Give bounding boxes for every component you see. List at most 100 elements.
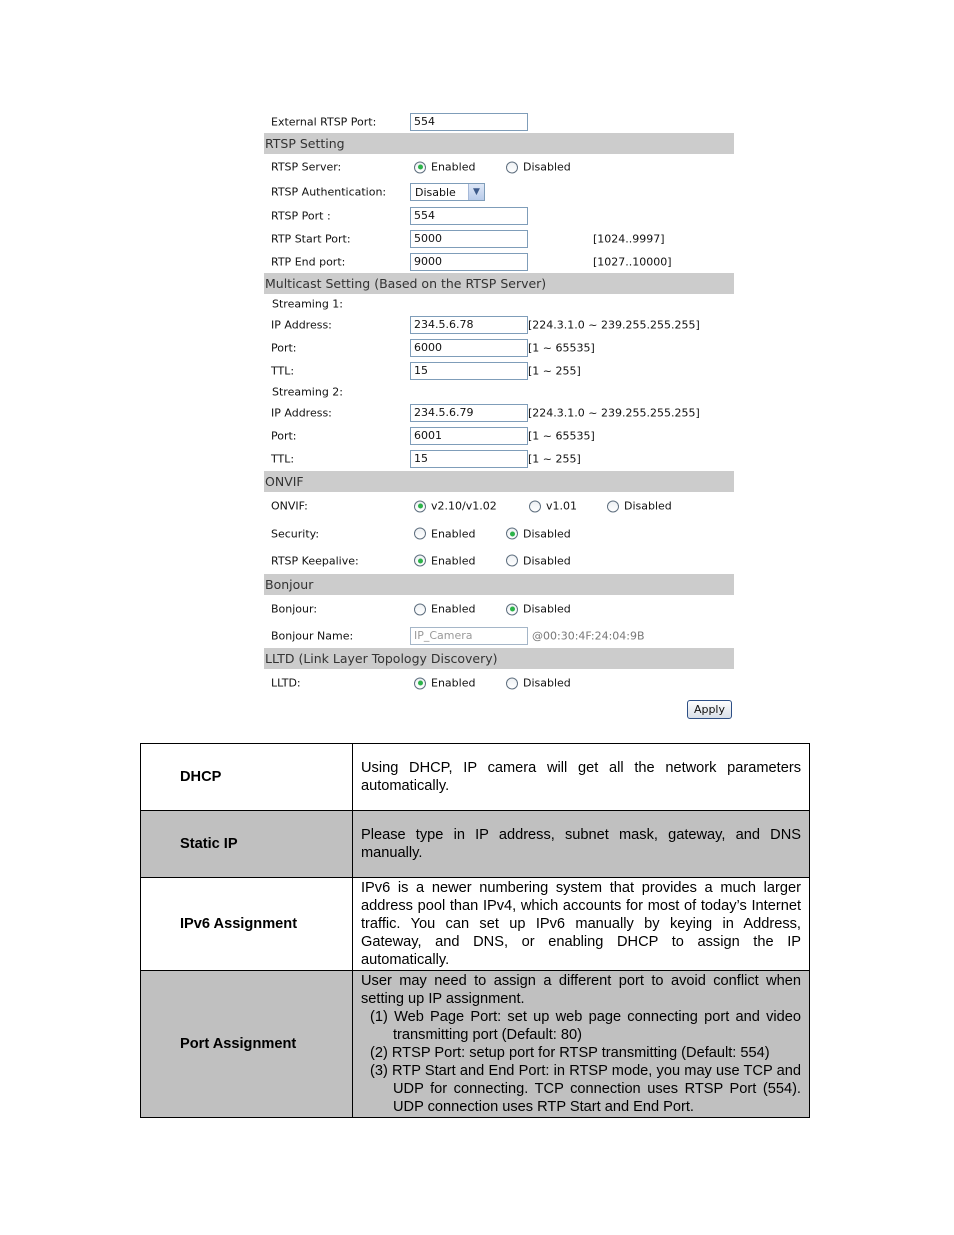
radio-selected-icon — [506, 527, 518, 540]
rtsp-authentication-select[interactable]: Disable ▼ — [410, 183, 485, 201]
stream2-port-range: [1 ~ 65535] — [528, 429, 595, 442]
radio-unselected-icon — [506, 161, 518, 173]
bonjour-name-row: Bonjour Name: IP_Camera @00:30:4F:24:04:… — [264, 623, 734, 648]
list-item: (1) Web Page Port: set up web page conne… — [370, 1009, 801, 1043]
rtp-end-port-input[interactable]: 9000 — [410, 252, 528, 271]
security-label: Security: — [271, 527, 320, 540]
security-row: Security: Enabled Disabled — [264, 520, 734, 547]
chevron-down-icon[interactable]: ▼ — [468, 184, 484, 200]
lltd-label: LLTD: — [271, 676, 301, 690]
term-cell: DHCP — [140, 743, 353, 811]
rtsp-settings-panel: External RTSP Port: 554 RTSP Setting RTS… — [264, 110, 734, 723]
rtsp-port-label: RTSP Port : — [271, 209, 331, 222]
term-cell: Port Assignment — [140, 970, 353, 1118]
radio-selected-icon — [414, 161, 426, 173]
rtsp-server-enabled-radio[interactable]: Enabled — [414, 161, 475, 174]
bonjour-name-suffix: @00:30:4F:24:04:9B — [532, 629, 645, 642]
external-rtsp-port-input[interactable]: 554 — [410, 112, 528, 131]
rtp-end-port-row: RTP End port: 9000 [1027..10000] — [264, 250, 734, 273]
stream2-ttl-row: TTL: 15 [1 ~ 255] — [264, 447, 734, 470]
radio-label: Disabled — [523, 554, 571, 567]
rtsp-authentication-value: Disable — [415, 185, 456, 199]
stream1-port-range: [1 ~ 65535] — [528, 341, 595, 354]
bonjour-enabled-radio[interactable]: Enabled — [414, 603, 475, 616]
stream2-ttl-input[interactable]: 15 — [410, 449, 528, 468]
stream2-ip-input[interactable]: 234.5.6.79 — [410, 403, 528, 422]
table-row: IPv6 Assignment IPv6 is a newer numberin… — [140, 877, 810, 971]
table-row: Static IP Please type in IP address, sub… — [140, 810, 810, 878]
stream2-ip-row: IP Address: 234.5.6.79 [224.3.1.0 ~ 239.… — [264, 401, 734, 424]
stream1-ip-input[interactable]: 234.5.6.78 — [410, 315, 528, 334]
section-multicast-setting: Multicast Setting (Based on the RTSP Ser… — [264, 273, 734, 294]
stream1-port-row: Port: 6000 [1 ~ 65535] — [264, 336, 734, 359]
security-enabled-radio[interactable]: Enabled — [414, 527, 475, 540]
onvif-v210-radio[interactable]: v2.10/v1.02 — [414, 500, 497, 513]
apply-button[interactable]: Apply — [686, 700, 732, 719]
streaming-1-label: Streaming 1: — [272, 297, 344, 310]
bonjour-label: Bonjour: — [271, 602, 318, 616]
stream2-ttl-label: TTL: — [271, 452, 295, 465]
rtp-start-port-input[interactable]: 5000 — [410, 229, 528, 248]
streaming-2-label: Streaming 2: — [272, 385, 344, 398]
radio-unselected-icon — [414, 527, 426, 540]
stream1-ip-row: IP Address: 234.5.6.78 [224.3.1.0 ~ 239.… — [264, 313, 734, 336]
stream2-port-row: Port: 6001 [1 ~ 65535] — [264, 424, 734, 447]
radio-label: v1.01 — [546, 499, 578, 513]
lltd-disabled-radio[interactable]: Disabled — [506, 677, 571, 690]
external-rtsp-port-row: External RTSP Port: 554 — [264, 110, 734, 133]
bonjour-name-label: Bonjour Name: — [271, 629, 354, 642]
keepalive-disabled-radio[interactable]: Disabled — [506, 554, 571, 567]
rtp-start-port-row: RTP Start Port: 5000 [1024..9997] — [264, 227, 734, 250]
table-row: Port Assignment User may need to assign … — [140, 970, 810, 1118]
radio-unselected-icon — [506, 554, 518, 567]
description-cell: User may need to assign a different port… — [352, 970, 810, 1118]
radio-label: Disabled — [523, 676, 571, 690]
radio-selected-icon — [414, 677, 426, 689]
rtsp-authentication-label: RTSP Authentication: — [271, 185, 387, 199]
section-rtsp-setting: RTSP Setting — [264, 133, 734, 154]
table-row: DHCP Using DHCP, IP camera will get all … — [140, 743, 810, 811]
section-onvif: ONVIF — [264, 471, 734, 492]
list-item: (2) RTSP Port: setup port for RTSP trans… — [370, 1045, 770, 1061]
security-disabled-radio[interactable]: Disabled — [506, 527, 571, 540]
stream1-ttl-input[interactable]: 15 — [410, 361, 528, 380]
section-lltd: LLTD (Link Layer Topology Discovery) — [264, 648, 734, 669]
streaming-1-header: Streaming 1: — [264, 294, 734, 313]
rtsp-port-input[interactable]: 554 — [410, 206, 528, 225]
radio-selected-icon — [414, 554, 426, 567]
stream2-port-input[interactable]: 6001 — [410, 426, 528, 445]
bonjour-name-input[interactable]: IP_Camera — [410, 626, 528, 645]
rtp-end-port-label: RTP End port: — [271, 255, 346, 268]
radio-label: Disabled — [523, 160, 571, 174]
rtp-end-port-range: [1027..10000] — [593, 255, 672, 268]
description-intro: User may need to assign a different port… — [361, 973, 801, 1007]
lltd-enabled-radio[interactable]: Enabled — [414, 677, 475, 690]
list-item: (3) RTP Start and End Port: in RTSP mode… — [370, 1063, 801, 1115]
description-cell: Using DHCP, IP camera will get all the n… — [352, 743, 810, 811]
term-cell: IPv6 Assignment — [140, 877, 353, 971]
radio-selected-icon — [506, 603, 518, 615]
stream1-ip-range: [224.3.1.0 ~ 239.255.255.255] — [528, 318, 700, 331]
rtsp-authentication-row: RTSP Authentication: Disable ▼ — [264, 180, 734, 204]
description-cell: Please type in IP address, subnet mask, … — [352, 810, 810, 878]
stream2-ip-label: IP Address: — [271, 406, 332, 419]
stream1-ttl-row: TTL: 15 [1 ~ 255] — [264, 359, 734, 382]
rtp-start-port-range: [1024..9997] — [593, 232, 665, 245]
onvif-v101-radio[interactable]: v1.01 — [529, 500, 577, 513]
stream1-port-input[interactable]: 6000 — [410, 338, 528, 357]
rtp-start-port-label: RTP Start Port: — [271, 232, 351, 245]
stream1-port-label: Port: — [271, 341, 297, 354]
onvif-disabled-radio[interactable]: Disabled — [607, 500, 672, 513]
radio-selected-icon — [414, 500, 426, 512]
bonjour-row: Bonjour: Enabled Disabled — [264, 595, 734, 623]
rtsp-keepalive-label: RTSP Keepalive: — [271, 554, 359, 567]
section-bonjour: Bonjour — [264, 574, 734, 595]
stream2-port-label: Port: — [271, 429, 297, 442]
radio-label: Disabled — [523, 527, 571, 540]
keepalive-enabled-radio[interactable]: Enabled — [414, 554, 475, 567]
stream1-ttl-range: [1 ~ 255] — [528, 364, 581, 377]
rtsp-server-disabled-radio[interactable]: Disabled — [506, 161, 571, 174]
bonjour-disabled-radio[interactable]: Disabled — [506, 603, 571, 616]
radio-label: v2.10/v1.02 — [431, 499, 497, 513]
radio-unselected-icon — [414, 603, 426, 615]
